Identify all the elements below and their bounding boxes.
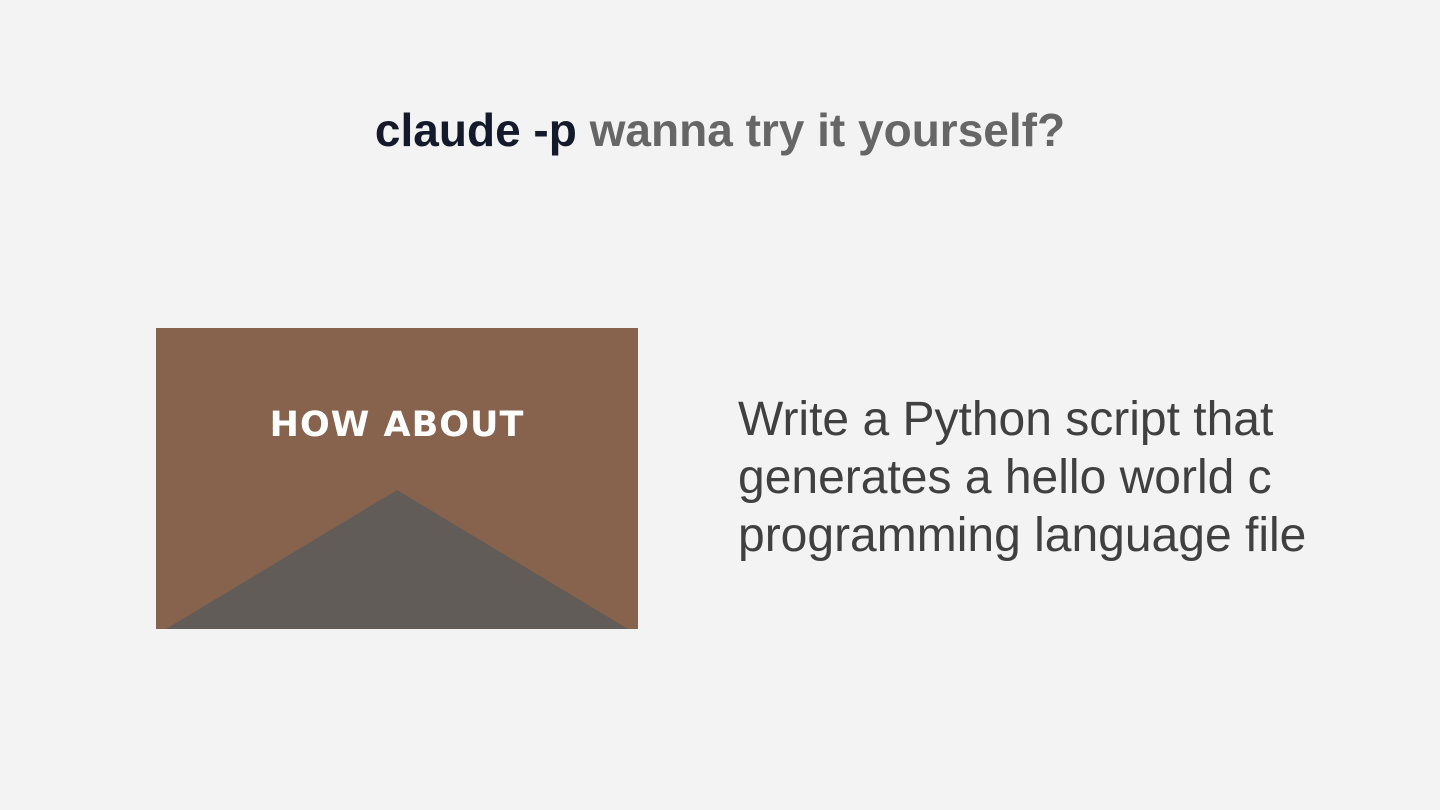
prompt-line: programming language file xyxy=(738,509,1307,562)
triangle-shape xyxy=(166,490,628,629)
prompt-line: generates a hello world c xyxy=(738,451,1272,504)
slide: claude -p wanna try it yourself? HOW ABO… xyxy=(0,0,1440,810)
how-about-illustration: HOW ABOUT xyxy=(156,328,638,629)
illustration-label: HOW ABOUT xyxy=(269,405,525,445)
prompt-text: Write a Python script that generates a h… xyxy=(738,391,1378,565)
slide-title: claude -p wanna try it yourself? xyxy=(0,102,1440,158)
title-command: claude -p xyxy=(374,104,577,156)
title-rest: wanna try it yourself? xyxy=(589,104,1066,156)
prompt-line: Write a Python script that xyxy=(738,393,1274,446)
triangle-graphic xyxy=(166,490,628,629)
